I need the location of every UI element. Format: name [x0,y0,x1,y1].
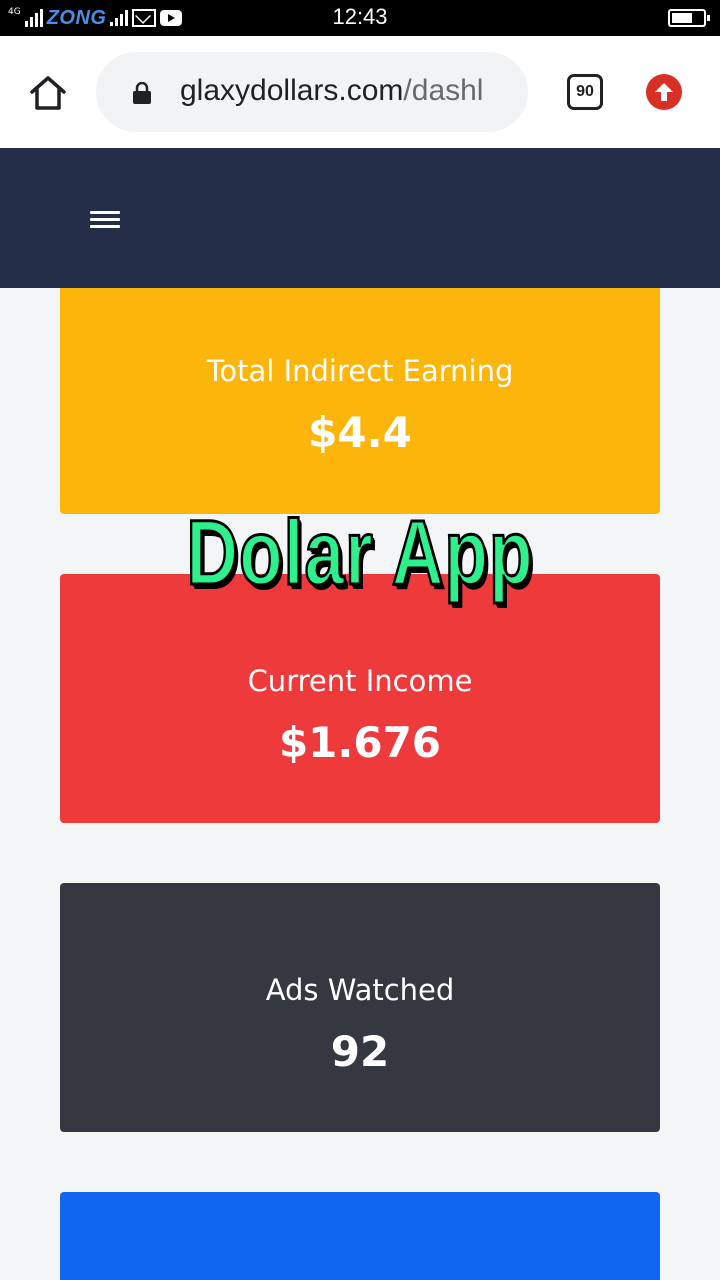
hamburger-icon[interactable] [90,211,120,229]
card-blue [60,1192,660,1280]
card-value: $1.676 [278,718,442,767]
upload-icon[interactable] [646,74,682,110]
card-current-income: Current Income $1.676 [60,574,660,823]
card-ads-watched: Ads Watched 92 [60,883,660,1132]
card-value: $4.4 [308,408,412,457]
clock: 12:43 [332,4,388,29]
card-value: 92 [330,1027,390,1076]
address-bar[interactable]: glaxydollars.com/dashl [96,52,528,132]
battery-icon [668,9,710,27]
url-domain: glaxydollars.com [180,74,404,107]
site-navbar [0,148,720,288]
tab-switcher-button[interactable]: 90 [567,74,603,110]
card-label: Ads Watched [265,973,455,1007]
browser-toolbar: glaxydollars.com/dashl 90 [0,36,720,148]
url-text[interactable]: glaxydollars.com/dashl [180,74,510,108]
card-total-indirect-earning: Total Indirect Earning $4.4 [60,288,660,514]
lock-icon [132,81,152,104]
home-icon[interactable] [28,74,68,112]
dashboard-content: Total Indirect Earning $4.4 Current Inco… [0,288,720,1280]
card-label: Total Indirect Earning [206,354,514,388]
status-bar: 4G ZONG 12:43 [0,0,720,36]
overlay-title: Dolar App [185,501,534,606]
url-path: /dashl [403,74,484,107]
